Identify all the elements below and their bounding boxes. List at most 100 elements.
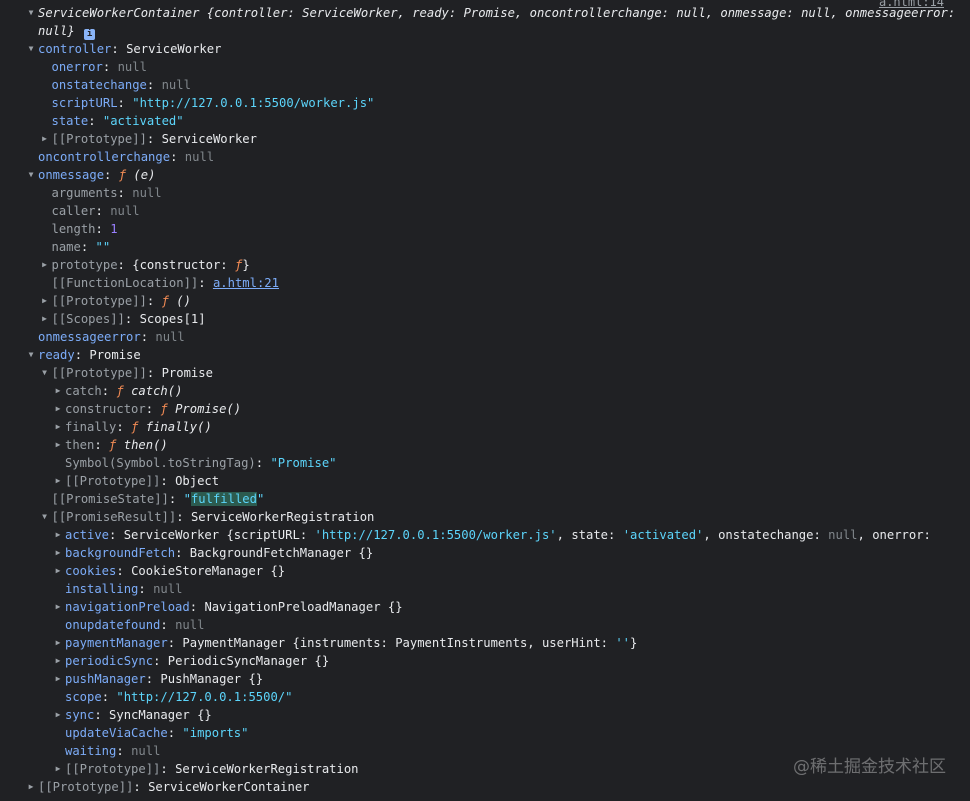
expand-arrow-icon[interactable]: ▶: [53, 562, 63, 580]
collapse-arrow-icon[interactable]: ▼: [40, 364, 50, 382]
property-content: [[PromiseState]]: "fulfilled": [51, 492, 265, 506]
expand-arrow-icon[interactable]: ▶: [53, 670, 63, 688]
property-value: then(): [123, 438, 168, 452]
property-row: onupdatefound: null: [0, 616, 970, 634]
property-key: controller: [38, 42, 112, 56]
collapse-arrow-icon[interactable]: ▼: [26, 4, 36, 22]
expand-arrow-icon[interactable]: ▶: [53, 706, 63, 724]
property-row[interactable]: ▶ cookies: CookieStoreManager {}: [0, 562, 970, 580]
property-content: paymentManager: PaymentManager {instrume…: [65, 636, 638, 650]
property-row[interactable]: ▼ onmessage: ƒ (e): [0, 166, 970, 184]
collapse-arrow-icon[interactable]: ▼: [26, 166, 36, 184]
property-key: navigationPreload: [65, 600, 190, 614]
property-row[interactable]: ▶ [[Prototype]]: Object: [0, 472, 970, 490]
property-content: constructor: ƒ Promise(): [65, 402, 242, 416]
property-row: onstatechange: null: [0, 76, 970, 94]
expand-arrow-icon[interactable]: ▶: [53, 526, 63, 544]
property-row[interactable]: ▶ pushManager: PushManager {}: [0, 670, 970, 688]
property-value: null: [828, 528, 858, 542]
property-value: , onstatechange:: [703, 528, 829, 542]
property-value: Promise(): [175, 402, 242, 416]
expand-arrow-icon[interactable]: ▶: [40, 130, 50, 148]
object-property-tree: ▼ controller: ServiceWorker onerror: null o…: [0, 40, 970, 796]
property-key: [[Prototype]]: [38, 780, 134, 794]
expand-arrow-icon[interactable]: ▶: [53, 598, 63, 616]
property-row[interactable]: ▶ then: ƒ then(): [0, 436, 970, 454]
expand-arrow-icon[interactable]: ▶: [40, 310, 50, 328]
collapse-arrow-icon[interactable]: ▼: [26, 40, 36, 58]
property-content: scope: "http://127.0.0.1:5500/": [65, 690, 293, 704]
source-location-link[interactable]: a.html:21: [213, 276, 279, 290]
property-value: (e): [133, 168, 156, 182]
info-icon[interactable]: i: [84, 29, 96, 40]
property-row[interactable]: ▶ [[Prototype]]: ServiceWorkerContainer: [0, 778, 970, 796]
property-row: [[FunctionLocation]]: a.html:21: [0, 274, 970, 292]
console-panel: a.html:14 ▼ ServiceWorkerContainer {cont…: [0, 0, 970, 796]
property-row[interactable]: ▶ [[Prototype]]: ƒ (): [0, 292, 970, 310]
expand-arrow-icon[interactable]: ▶: [53, 382, 63, 400]
property-content: periodicSync: PeriodicSyncManager {}: [65, 654, 330, 668]
property-content: sync: SyncManager {}: [65, 708, 212, 722]
property-content: pushManager: PushManager {}: [65, 672, 264, 686]
expand-arrow-icon[interactable]: ▶: [53, 400, 63, 418]
property-row[interactable]: ▶ backgroundFetch: BackgroundFetchManager…: [0, 544, 970, 562]
expand-arrow-icon[interactable]: ▶: [53, 652, 63, 670]
property-row[interactable]: ▶ prototype: {constructor: ƒ}: [0, 256, 970, 274]
property-value: ServiceWorkerRegistration: [190, 510, 375, 524]
expand-arrow-icon[interactable]: ▶: [53, 760, 63, 778]
property-row[interactable]: ▼ ready: Promise: [0, 346, 970, 364]
property-value: ServiceWorker {scriptURL:: [123, 528, 315, 542]
property-row: updateViaCache: "imports": [0, 724, 970, 742]
expand-arrow-icon[interactable]: ▶: [40, 292, 50, 310]
property-row[interactable]: ▶ navigationPreload: NavigationPreloadMan…: [0, 598, 970, 616]
property-content: waiting: null: [65, 744, 161, 758]
expand-arrow-icon[interactable]: ▶: [53, 634, 63, 652]
expand-arrow-icon[interactable]: ▶: [53, 544, 63, 562]
property-row[interactable]: ▶ constructor: ƒ Promise(): [0, 400, 970, 418]
property-key: cookies: [65, 564, 117, 578]
property-row[interactable]: ▶ catch: ƒ catch(): [0, 382, 970, 400]
property-value: "": [95, 240, 111, 254]
property-value: , state:: [556, 528, 623, 542]
property-content: [[Scopes]]: Scopes[1]: [51, 312, 206, 326]
property-row[interactable]: ▶ finally: ƒ finally(): [0, 418, 970, 436]
expand-arrow-icon[interactable]: ▶: [26, 778, 36, 796]
expand-arrow-icon[interactable]: ▶: [53, 436, 63, 454]
property-row[interactable]: ▶ [[Scopes]]: Scopes[1]: [0, 310, 970, 328]
property-row[interactable]: ▶ [[Prototype]]: ServiceWorker: [0, 130, 970, 148]
property-key: onerror: [51, 60, 103, 74]
property-row[interactable]: ▼ controller: ServiceWorker: [0, 40, 970, 58]
property-row[interactable]: ▶ active: ServiceWorker {scriptURL: 'http…: [0, 526, 970, 544]
property-content: [[Prototype]]: ServiceWorkerContainer: [38, 780, 310, 794]
property-content: [[Prototype]]: ServiceWorkerRegistration: [65, 762, 359, 776]
expand-arrow-icon[interactable]: ▶: [53, 472, 63, 490]
property-key: ready: [38, 348, 75, 362]
property-value: null: [161, 78, 191, 92]
property-row: name: "": [0, 238, 970, 256]
property-row[interactable]: ▼ [[PromiseResult]]: ServiceWorkerRegistr…: [0, 508, 970, 526]
property-content: arguments: null: [51, 186, 162, 200]
expand-arrow-icon[interactable]: ▶: [53, 418, 63, 436]
property-value: ƒ: [116, 384, 132, 398]
property-key: onupdatefound: [65, 618, 161, 632]
property-key: active: [65, 528, 110, 542]
collapse-arrow-icon[interactable]: ▼: [40, 508, 50, 526]
property-value: ServiceWorker: [161, 132, 257, 146]
property-row[interactable]: ▶ periodicSync: PeriodicSyncManager {}: [0, 652, 970, 670]
property-row[interactable]: ▼ [[Prototype]]: Promise: [0, 364, 970, 382]
property-key: scope: [65, 690, 102, 704]
collapse-arrow-icon[interactable]: ▼: [26, 346, 36, 364]
expand-arrow-icon[interactable]: ▶: [40, 256, 50, 274]
property-row[interactable]: ▶ sync: SyncManager {}: [0, 706, 970, 724]
property-value: ƒ: [131, 420, 146, 434]
property-key: finally: [65, 420, 117, 434]
property-value: ServiceWorkerContainer: [148, 780, 310, 794]
property-row: onmessageerror: null: [0, 328, 970, 346]
property-value: PushManager {}: [160, 672, 264, 686]
property-content: onupdatefound: null: [65, 618, 205, 632]
property-value: ServiceWorker: [126, 42, 222, 56]
object-header[interactable]: ▼ ServiceWorkerContainer {controller: Se…: [0, 4, 970, 40]
property-content: [[Prototype]]: ƒ (): [51, 294, 191, 308]
property-row[interactable]: ▶ paymentManager: PaymentManager {instrum…: [0, 634, 970, 652]
property-key: [[PromiseState]]: [51, 492, 169, 506]
